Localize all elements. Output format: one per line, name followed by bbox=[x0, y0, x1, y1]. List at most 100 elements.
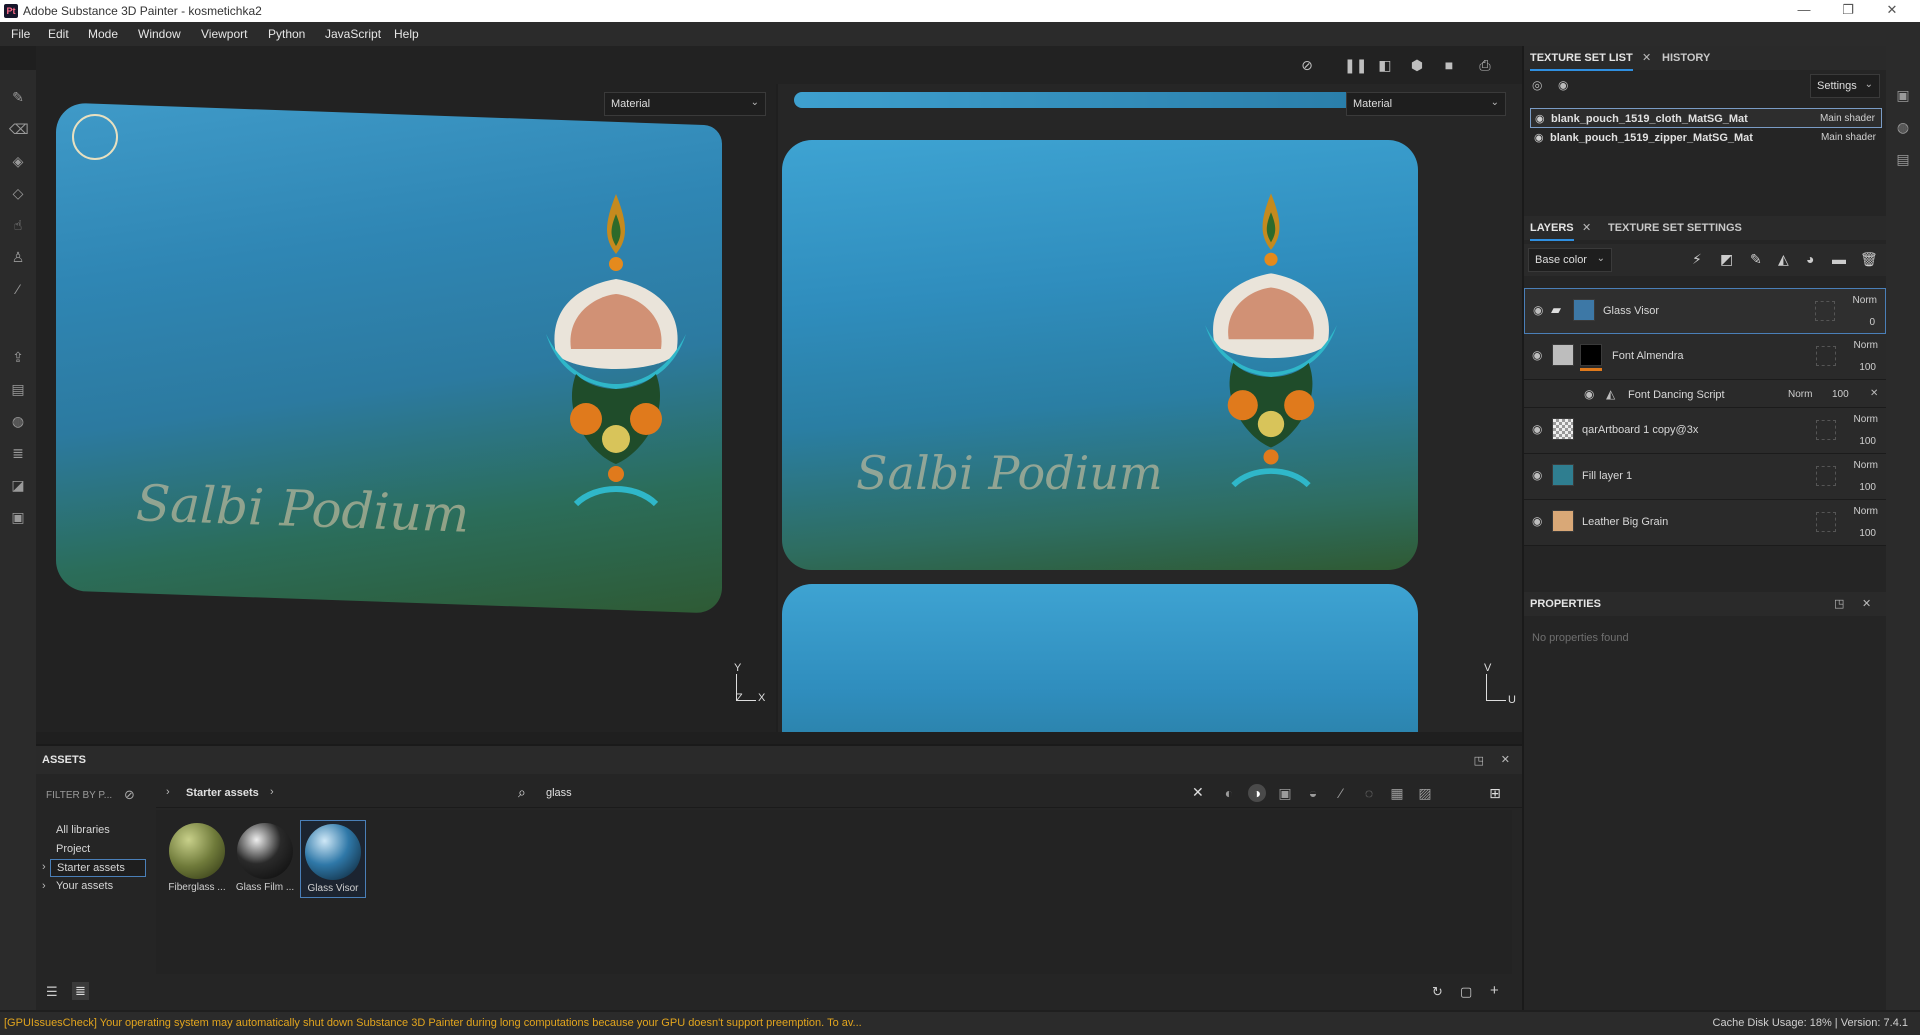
menu-javascript[interactable]: JavaScript bbox=[325, 27, 381, 41]
eye-icon[interactable]: ◉ bbox=[1532, 348, 1542, 362]
layer-opacity[interactable]: 100 bbox=[1859, 482, 1876, 493]
layer-row[interactable]: ◉ Font Almendra Norm 100 bbox=[1524, 334, 1886, 380]
close-window-button[interactable]: ✕ bbox=[1870, 0, 1914, 22]
display-settings-icon[interactable]: ◪ bbox=[9, 476, 27, 494]
blend-mode[interactable]: Norm bbox=[1854, 506, 1878, 517]
close-icon[interactable]: ✕ bbox=[1582, 221, 1591, 234]
close-icon[interactable]: ✕ bbox=[1501, 753, 1510, 766]
blend-mode[interactable]: Norm bbox=[1854, 460, 1878, 471]
new-window-icon[interactable]: ▢ bbox=[1460, 984, 1472, 1000]
blend-mode[interactable]: Norm bbox=[1854, 340, 1878, 351]
log-icon[interactable]: ▣ bbox=[9, 508, 27, 526]
menu-help[interactable]: Help bbox=[394, 27, 419, 41]
add-mask-icon[interactable]: ◩ bbox=[1720, 251, 1733, 268]
texture-set-row[interactable]: ◉ blank_pouch_1519_zipper_MatSG_Mat Main… bbox=[1530, 128, 1882, 148]
add-fill-layer-icon[interactable]: ◭ bbox=[1778, 251, 1789, 268]
status-message[interactable]: [GPUIssuesCheck] Your operating system m… bbox=[4, 1017, 862, 1029]
grid-view-icon[interactable]: ⊞ bbox=[1486, 784, 1504, 802]
viewport-3d[interactable]: Material ⌄ Salbi Podium Y Z X bbox=[36, 84, 776, 732]
layer-opacity[interactable]: 0 bbox=[1869, 317, 1875, 328]
minimize-button[interactable]: — bbox=[1782, 0, 1826, 22]
shader-settings-icon[interactable]: ◍ bbox=[1894, 118, 1912, 136]
layer-opacity[interactable]: 100 bbox=[1859, 528, 1876, 539]
blend-mode[interactable]: Norm bbox=[1853, 295, 1877, 306]
menu-file[interactable]: File bbox=[11, 27, 30, 41]
library-project[interactable]: Project bbox=[56, 843, 90, 855]
pause-icon[interactable]: ❚❚ bbox=[1344, 56, 1367, 74]
eye-icon[interactable]: ◉ bbox=[1535, 112, 1545, 125]
color-picker-icon[interactable]: ⁄ bbox=[9, 280, 27, 298]
effect-row[interactable]: ◉ ◭ Font Dancing Script Norm 100 ✕ bbox=[1524, 380, 1886, 408]
asset-glass-film[interactable]: Glass Film ... bbox=[232, 820, 298, 898]
search-input[interactable]: glass bbox=[546, 787, 572, 799]
clear-search-icon[interactable]: ✕ bbox=[1192, 784, 1204, 801]
eye-icon[interactable]: ◉ bbox=[1584, 387, 1594, 401]
export-icon[interactable]: ⇪ bbox=[9, 348, 27, 366]
library-your-assets[interactable]: Your assets bbox=[56, 880, 113, 892]
filter-particle-icon[interactable]: ◌ bbox=[1360, 784, 1378, 802]
asset-fiberglass[interactable]: Fiberglass ... bbox=[164, 820, 230, 898]
menu-viewport[interactable]: Viewport bbox=[201, 27, 247, 41]
projection-icon[interactable]: ◈ bbox=[9, 152, 27, 170]
paint-brush-icon[interactable]: ✎ bbox=[9, 88, 27, 106]
close-icon[interactable]: ✕ bbox=[1870, 388, 1878, 399]
mask-slot[interactable] bbox=[1816, 466, 1836, 486]
delete-layer-icon[interactable]: 🗑 bbox=[1860, 251, 1878, 268]
library-starter-assets[interactable]: Starter assets bbox=[50, 859, 146, 877]
detach-icon[interactable]: ◳ bbox=[1474, 754, 1484, 767]
viewport-2d[interactable]: Material ⌄ Salbi Podium V U bbox=[778, 84, 1522, 732]
eye-icon[interactable]: ◉ bbox=[1532, 468, 1542, 482]
filter-environment-icon[interactable]: ▨ bbox=[1416, 784, 1434, 802]
split-view-icon[interactable]: ◧ bbox=[1376, 56, 1394, 74]
texture-set-row[interactable]: ◉ blank_pouch_1519_cloth_MatSG_Mat Main … bbox=[1530, 108, 1882, 128]
texture-set-shader[interactable]: Main shader bbox=[1820, 113, 1875, 124]
eye-icon[interactable]: ◉ bbox=[1534, 131, 1544, 144]
add-folder-icon[interactable]: ▬ bbox=[1832, 251, 1846, 267]
library-all[interactable]: All libraries bbox=[56, 824, 110, 836]
camera-icon[interactable]: ■ bbox=[1440, 56, 1458, 74]
mask-slot[interactable] bbox=[1816, 346, 1836, 366]
hide-eye-icon[interactable]: ◎ bbox=[1532, 78, 1542, 92]
chevron-right-icon[interactable]: › bbox=[42, 861, 46, 873]
filter-mask-icon[interactable]: ◒ bbox=[1304, 784, 1322, 802]
hide-ui-icon[interactable]: ⊘ bbox=[1298, 56, 1316, 74]
clone-stamp-icon[interactable]: ♙ bbox=[9, 248, 27, 266]
tab-texture-set-list[interactable]: TEXTURE SET LIST bbox=[1530, 52, 1633, 71]
settings-dropdown[interactable]: Settings ⌄ bbox=[1810, 74, 1880, 98]
layer-row[interactable]: ◉ Fill layer 1 Norm 100 bbox=[1524, 454, 1886, 500]
filter-smart-material-icon[interactable]: ◑ bbox=[1248, 784, 1266, 802]
add-effect-icon[interactable]: ⚡ bbox=[1692, 251, 1702, 268]
texture-set-shader[interactable]: Main shader bbox=[1821, 132, 1876, 143]
filter-texture-icon[interactable]: ▣ bbox=[1276, 784, 1294, 802]
screenshot-icon[interactable]: ⎙ bbox=[1476, 56, 1494, 74]
refresh-icon[interactable]: ↻ bbox=[1432, 984, 1443, 1000]
eye-icon[interactable]: ◉ bbox=[1533, 303, 1543, 317]
menu-window[interactable]: Window bbox=[138, 27, 181, 41]
detach-icon[interactable]: ◳ bbox=[1834, 597, 1844, 610]
filter-brush-icon[interactable]: ⁄ bbox=[1332, 784, 1350, 802]
channel-dropdown[interactable]: Base color ⌄ bbox=[1528, 248, 1612, 272]
smudge-icon[interactable]: ☝ bbox=[9, 216, 27, 234]
close-icon[interactable]: ✕ bbox=[1642, 51, 1651, 64]
display-settings-icon[interactable]: ▣ bbox=[1894, 86, 1912, 104]
assets-breadcrumb[interactable]: Starter assets bbox=[186, 787, 259, 799]
mask-slot[interactable] bbox=[1816, 420, 1836, 440]
close-icon[interactable]: ✕ bbox=[1862, 597, 1871, 610]
menu-python[interactable]: Python bbox=[268, 27, 305, 41]
layer-opacity[interactable]: 100 bbox=[1859, 436, 1876, 447]
viewport-3d-mode-dropdown[interactable]: Material ⌄ bbox=[604, 92, 766, 116]
layer-row[interactable]: ◉ qarArtboard 1 copy@3x Norm 100 bbox=[1524, 408, 1886, 454]
filter-input[interactable]: FILTER BY P... bbox=[46, 790, 112, 801]
tree-view-icon[interactable]: ≣ bbox=[72, 982, 89, 1000]
tab-history[interactable]: HISTORY bbox=[1662, 52, 1710, 64]
polygon-fill-icon[interactable]: ◇ bbox=[9, 184, 27, 202]
effect-blend-mode[interactable]: Norm bbox=[1788, 389, 1812, 400]
log-panel-icon[interactable]: ▤ bbox=[1894, 150, 1912, 168]
eye-icon[interactable]: ◉ bbox=[1532, 422, 1542, 436]
menu-edit[interactable]: Edit bbox=[48, 27, 69, 41]
add-paint-layer-icon[interactable]: ✎ bbox=[1750, 251, 1762, 268]
tab-layers[interactable]: LAYERS bbox=[1530, 222, 1574, 241]
list-view-icon[interactable]: ☰ bbox=[46, 984, 58, 1000]
filter-alpha-icon[interactable]: ▦ bbox=[1388, 784, 1406, 802]
add-icon[interactable]: + bbox=[1490, 982, 1499, 999]
